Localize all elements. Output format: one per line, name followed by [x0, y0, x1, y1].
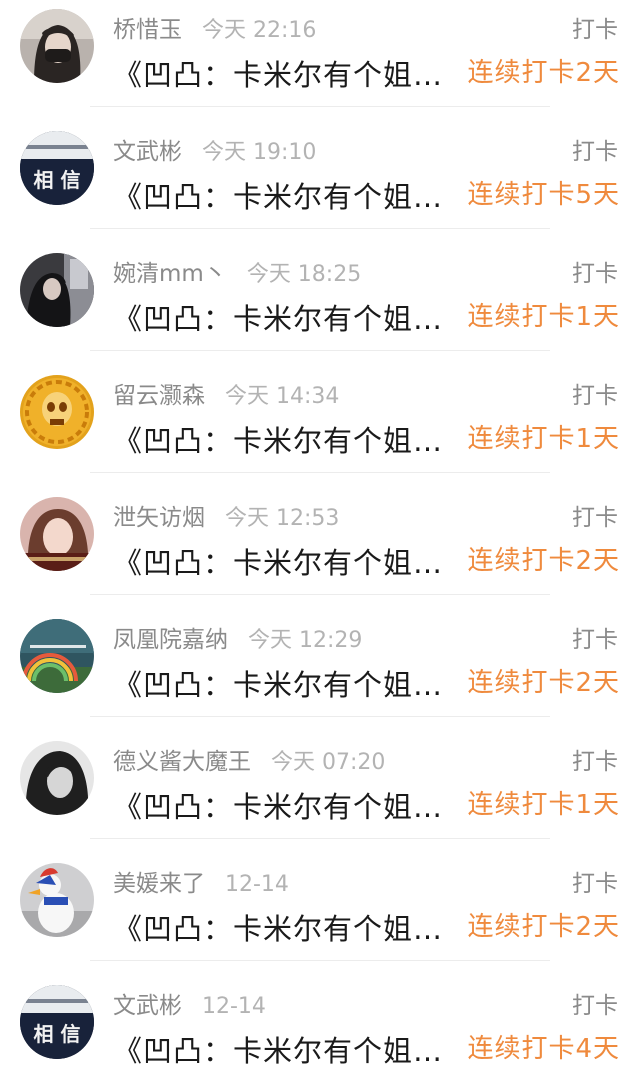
name-line: 文武彬 12-14 [113, 986, 266, 1020]
list-item[interactable]: 桥惜玉 今天 22:16 打卡 《凹凸：卡米尔有个姐… 连续打卡2天 [0, 0, 640, 122]
action-label: 打卡 [572, 17, 618, 43]
action-label: 打卡 [572, 261, 618, 287]
user-name[interactable]: 留云灏森 [113, 383, 205, 409]
user-name[interactable]: 桥惜玉 [113, 17, 182, 43]
list-item[interactable]: 泄矢访烟 今天 12:53 打卡 《凹凸：卡米尔有个姐… 连续打卡2天 [0, 488, 640, 610]
timestamp: 今天 18:25 [246, 262, 362, 287]
timestamp: 今天 19:10 [202, 140, 317, 165]
name-line: 留云灏森 今天 14:34 [113, 376, 339, 410]
streak-badge: 连续打卡1天 [467, 790, 620, 820]
book-title[interactable]: 《凹凸：卡米尔有个姐… [113, 52, 458, 94]
user-name[interactable]: 文武彬 [113, 139, 182, 165]
name-line: 凤凰院嘉纳 今天 12:29 [113, 620, 362, 654]
list-item[interactable]: 德义酱大魔王 今天 07:20 打卡 《凹凸：卡米尔有个姐… 连续打卡1天 [0, 732, 640, 854]
user-name[interactable]: 凤凰院嘉纳 [113, 627, 228, 653]
book-title[interactable]: 《凹凸：卡米尔有个姐… [113, 662, 458, 704]
book-title[interactable]: 《凹凸：卡米尔有个姐… [113, 296, 458, 338]
name-line: 泄矢访烟 今天 12:53 [113, 498, 339, 532]
timestamp: 今天 12:53 [225, 506, 340, 531]
list-item[interactable]: 美媛来了 12-14 打卡 《凹凸：卡米尔有个姐… 连续打卡2天 [0, 854, 640, 976]
book-title[interactable]: 《凹凸：卡米尔有个姐… [113, 540, 458, 582]
avatar-text-xiangxin[interactable]: 相 信 [20, 985, 94, 1059]
book-title[interactable]: 《凹凸：卡米尔有个姐… [113, 784, 458, 826]
list-item[interactable]: 相 信 文武彬 今天 19:10 打卡 《凹凸：卡米尔有个姐… 连续打卡5天 [0, 122, 640, 244]
divider [90, 838, 550, 839]
streak-badge: 连续打卡1天 [467, 302, 620, 332]
book-title[interactable]: 《凹凸：卡米尔有个姐… [113, 1028, 458, 1070]
timestamp: 今天 22:16 [202, 18, 317, 43]
action-label: 打卡 [572, 749, 618, 775]
timestamp: 今天 14:34 [225, 384, 340, 409]
list-item[interactable]: 留云灏森 今天 14:34 打卡 《凹凸：卡米尔有个姐… 连续打卡1天 [0, 366, 640, 488]
divider [90, 228, 550, 229]
name-line: 婉清mm丶 今天 18:25 [113, 254, 361, 288]
streak-badge: 连续打卡4天 [467, 1034, 620, 1064]
divider [90, 472, 550, 473]
streak-badge: 连续打卡2天 [467, 58, 620, 88]
name-line: 桥惜玉 今天 22:16 [113, 10, 316, 44]
divider [90, 960, 550, 961]
timestamp: 12-14 [202, 994, 266, 1019]
list-item[interactable]: 相 信 文武彬 12-14 打卡 《凹凸：卡米尔有个姐… 连续打卡4天 [0, 976, 640, 1086]
action-label: 打卡 [572, 627, 618, 653]
streak-badge: 连续打卡2天 [467, 912, 620, 942]
avatar-dark-figure[interactable] [20, 253, 94, 327]
avatar-golden-skull[interactable] [20, 375, 94, 449]
action-label: 打卡 [572, 383, 618, 409]
book-title[interactable]: 《凹凸：卡米尔有个姐… [113, 906, 458, 948]
divider [90, 594, 550, 595]
name-line: 文武彬 今天 19:10 [113, 132, 316, 166]
divider [90, 716, 550, 717]
timestamp: 今天 07:20 [271, 750, 386, 775]
list-item[interactable]: 凤凰院嘉纳 今天 12:29 打卡 《凹凸：卡米尔有个姐… 连续打卡2天 [0, 610, 640, 732]
avatar-masked-girl[interactable] [20, 9, 94, 83]
avatar-text-xiangxin[interactable]: 相 信 [20, 131, 94, 205]
timestamp: 今天 12:29 [248, 628, 363, 653]
avatar-grayscale-girl[interactable] [20, 741, 94, 815]
streak-badge: 连续打卡2天 [467, 668, 620, 698]
action-label: 打卡 [572, 505, 618, 531]
checkin-feed: 桥惜玉 今天 22:16 打卡 《凹凸：卡米尔有个姐… 连续打卡2天 相 信 文武… [0, 0, 640, 1086]
avatar-duck-toy[interactable] [20, 863, 94, 937]
avatar-rainbow-landscape[interactable] [20, 619, 94, 693]
user-name[interactable]: 泄矢访烟 [113, 505, 205, 531]
book-title[interactable]: 《凹凸：卡米尔有个姐… [113, 174, 458, 216]
streak-badge: 连续打卡2天 [467, 546, 620, 576]
user-name[interactable]: 文武彬 [113, 993, 182, 1019]
user-name[interactable]: 婉清mm丶 [113, 261, 227, 287]
svg-text:相 信: 相 信 [34, 168, 81, 192]
user-name[interactable]: 美媛来了 [113, 871, 205, 897]
action-label: 打卡 [572, 871, 618, 897]
action-label: 打卡 [572, 139, 618, 165]
divider [90, 350, 550, 351]
streak-badge: 连续打卡5天 [467, 180, 620, 210]
list-item[interactable]: 婉清mm丶 今天 18:25 打卡 《凹凸：卡米尔有个姐… 连续打卡1天 [0, 244, 640, 366]
streak-badge: 连续打卡1天 [467, 424, 620, 454]
timestamp: 12-14 [225, 872, 289, 897]
user-name[interactable]: 德义酱大魔王 [113, 749, 251, 775]
name-line: 美媛来了 12-14 [113, 864, 289, 898]
svg-text:相 信: 相 信 [34, 1022, 81, 1046]
book-title[interactable]: 《凹凸：卡米尔有个姐… [113, 418, 458, 460]
action-label: 打卡 [572, 993, 618, 1019]
avatar-portrait[interactable] [20, 497, 94, 571]
name-line: 德义酱大魔王 今天 07:20 [113, 742, 385, 776]
divider [90, 106, 550, 107]
